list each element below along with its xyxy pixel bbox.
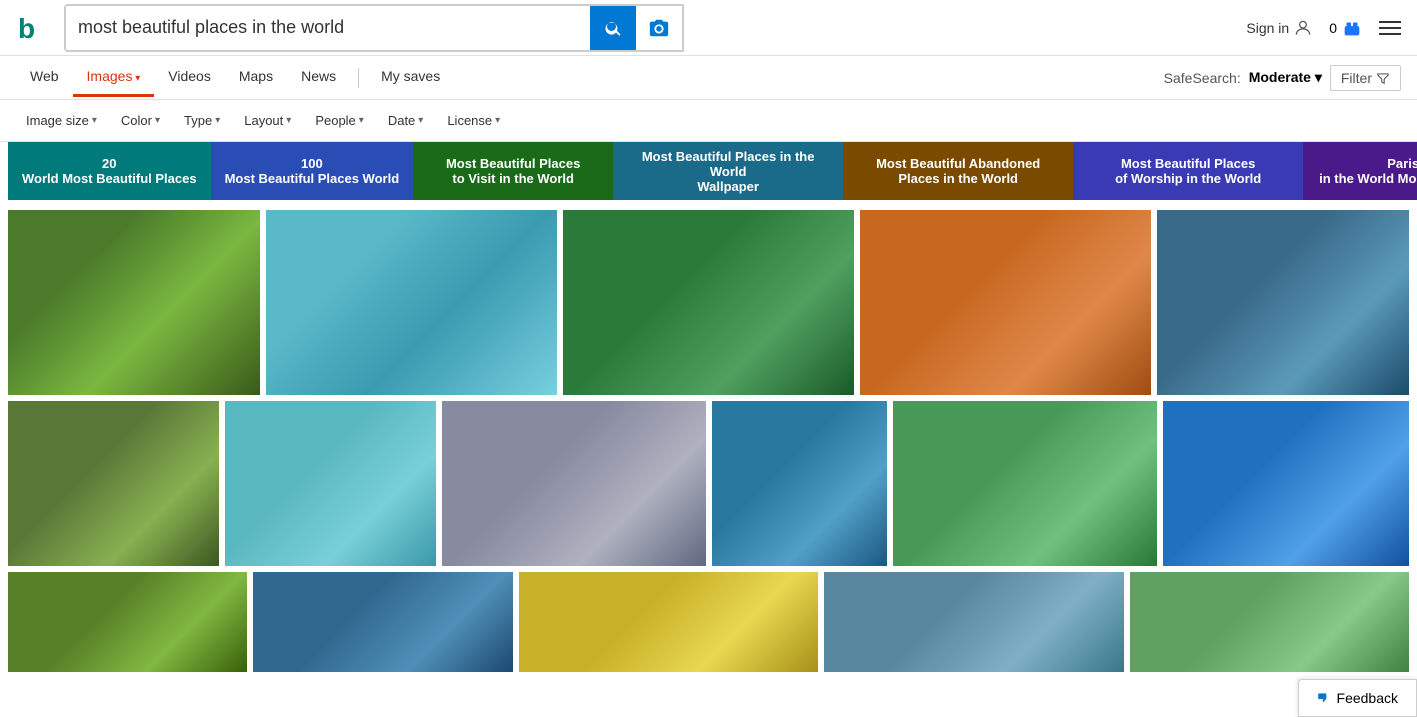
hamburger-menu[interactable]	[1379, 21, 1401, 35]
image-cell[interactable]	[8, 401, 219, 566]
image-cell[interactable]	[1130, 572, 1409, 672]
filter-type[interactable]: Type	[174, 108, 230, 133]
image-cell[interactable]	[1157, 210, 1409, 395]
nav-mysaves[interactable]: My saves	[367, 58, 454, 97]
filter-button[interactable]: Filter	[1330, 65, 1401, 91]
rewards-icon[interactable]: 0	[1329, 17, 1363, 39]
bing-logo[interactable]: b	[16, 10, 52, 46]
filter-date[interactable]: Date	[378, 108, 434, 133]
nav-maps[interactable]: Maps	[225, 58, 287, 97]
image-cell[interactable]	[8, 572, 247, 672]
image-row-1	[8, 210, 1409, 395]
image-cell[interactable]	[860, 210, 1151, 395]
sign-in-label: Sign in	[1246, 20, 1289, 36]
filter-color[interactable]: Color	[111, 108, 170, 133]
related-item-5[interactable]: Most Beautiful AbandonedPlaces in the Wo…	[843, 142, 1073, 200]
search-bar	[64, 4, 684, 52]
feedback-label: Feedback	[1337, 690, 1398, 706]
header: b Sign in 0	[0, 0, 1417, 56]
nav-videos[interactable]: Videos	[154, 58, 225, 97]
related-searches-bar: 20World Most Beautiful Places 100Most Be…	[0, 142, 1417, 200]
safesearch-label: SafeSearch:	[1164, 70, 1241, 86]
nav-web[interactable]: Web	[16, 58, 73, 97]
filter-layout[interactable]: Layout	[234, 108, 301, 133]
header-right: Sign in 0	[1246, 17, 1401, 39]
image-grid	[0, 200, 1417, 688]
camera-search-button[interactable]	[636, 17, 682, 39]
sign-in-button[interactable]: Sign in	[1246, 18, 1313, 38]
filter-image-size[interactable]: Image size	[16, 108, 107, 133]
image-cell[interactable]	[563, 210, 854, 395]
feedback-button[interactable]: Feedback	[1298, 679, 1417, 717]
image-cell[interactable]	[824, 572, 1123, 672]
search-input[interactable]	[66, 9, 590, 46]
filter-bar: Image size Color Type Layout People Date…	[0, 100, 1417, 142]
filter-people[interactable]: People	[305, 108, 374, 133]
nav-news[interactable]: News	[287, 58, 350, 97]
related-item-2[interactable]: 100Most Beautiful Places World	[211, 142, 414, 200]
nav-separator	[358, 68, 359, 88]
image-cell[interactable]	[893, 401, 1157, 566]
image-cell[interactable]	[1163, 401, 1409, 566]
related-item-6[interactable]: Most Beautiful Placesof Worship in the W…	[1073, 142, 1303, 200]
image-cell[interactable]	[519, 572, 818, 672]
nav-bar: Web Images Videos Maps News My saves Saf…	[0, 56, 1417, 100]
svg-text:b: b	[18, 13, 35, 44]
nav-images[interactable]: Images	[73, 58, 155, 97]
reward-count: 0	[1329, 20, 1337, 36]
related-item-7[interactable]: Parisin the World Most Beautiful	[1303, 142, 1417, 200]
related-item-4[interactable]: Most Beautiful Places in the WorldWallpa…	[613, 142, 843, 200]
image-cell[interactable]	[253, 572, 512, 672]
image-cell[interactable]	[712, 401, 888, 566]
image-row-2	[8, 401, 1409, 566]
search-button[interactable]	[590, 6, 636, 50]
image-cell[interactable]	[266, 210, 557, 395]
image-cell[interactable]	[225, 401, 436, 566]
image-cell[interactable]	[442, 401, 706, 566]
image-cell[interactable]	[8, 210, 260, 395]
related-item-3[interactable]: Most Beautiful Placesto Visit in the Wor…	[413, 142, 613, 200]
safesearch-value[interactable]: Moderate ▾	[1249, 69, 1322, 86]
safesearch-area: SafeSearch: Moderate ▾ Filter	[1164, 65, 1401, 91]
related-item-1[interactable]: 20World Most Beautiful Places	[8, 142, 211, 200]
image-row-3	[8, 572, 1409, 672]
filter-license[interactable]: License	[437, 108, 510, 133]
